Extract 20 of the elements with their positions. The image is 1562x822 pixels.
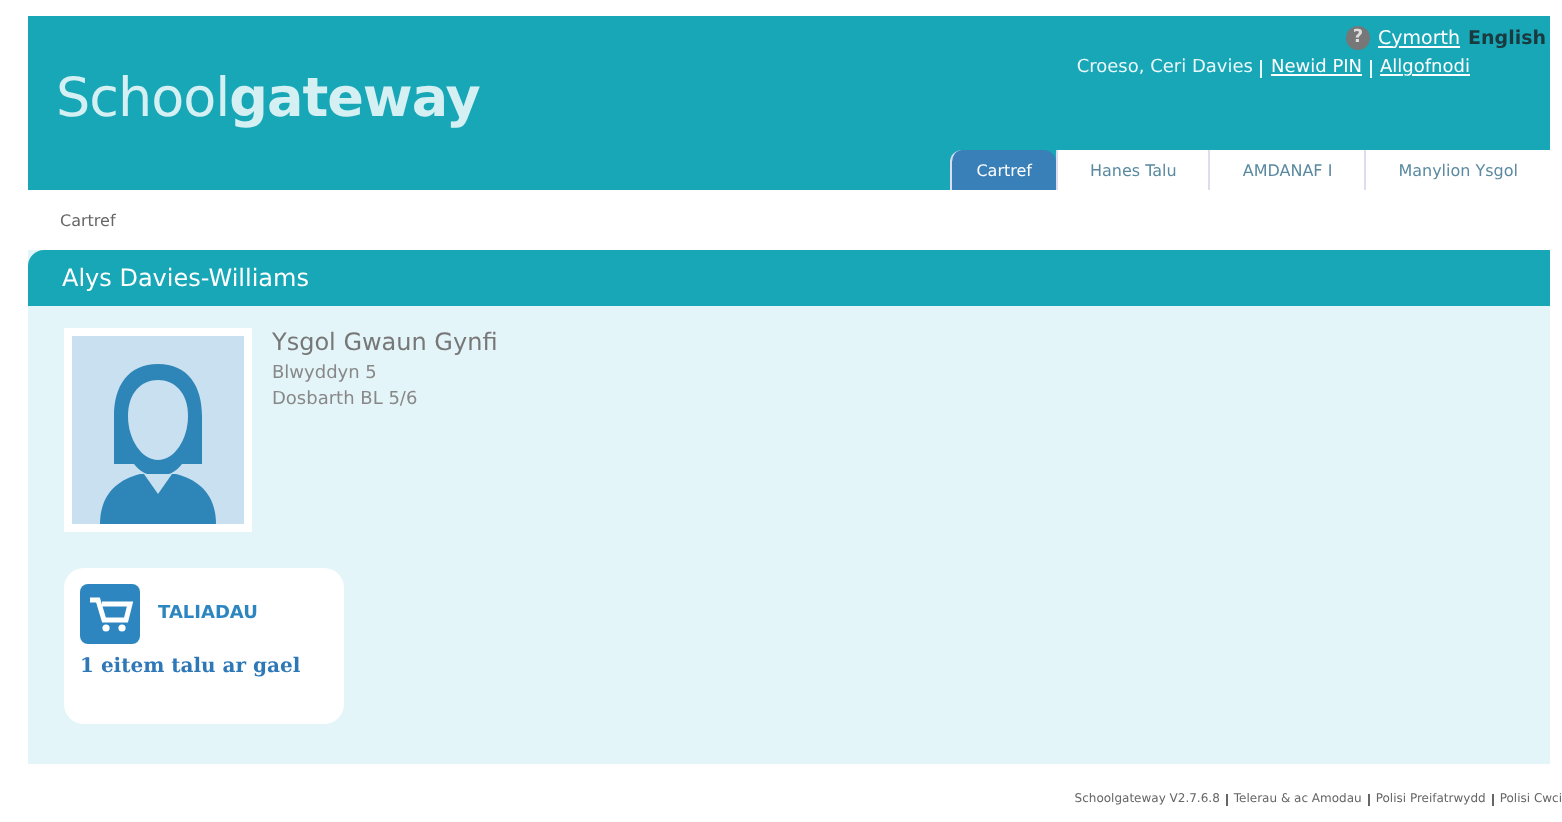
nav-tab[interactable]: AMDANAF I (1208, 150, 1365, 190)
nav-tab[interactable]: Manylion Ysgol (1364, 150, 1550, 190)
help-link[interactable]: Cymorth (1378, 27, 1461, 49)
class-text: Dosbarth BL 5/6 (272, 388, 420, 414)
payments-card[interactable]: TALIADAU 1 eitem talu ar gael (64, 568, 344, 724)
logo: Schoolgateway (54, 66, 480, 134)
year-text: Blwyddyn 5 (272, 362, 379, 388)
breadcrumb[interactable]: Cartref (60, 212, 1562, 240)
account-link[interactable]: Allgofnodi (1380, 58, 1470, 78)
card-title: TALIADAU (158, 604, 258, 624)
student-name: Alys Davies-Williams (62, 264, 309, 292)
school-name: Ysgol Gwaun Gynfi (272, 328, 498, 356)
nav-tab[interactable]: Cartref (950, 150, 1056, 190)
language-link[interactable]: English (1468, 27, 1546, 49)
help-icon[interactable]: ? (1346, 26, 1371, 50)
welcome-text: Croeso, Ceri Davies (1076, 58, 1253, 78)
payments-summary[interactable]: 1 eitem talu ar gael (80, 656, 328, 678)
nav-tab[interactable]: Hanes Talu (1055, 150, 1209, 190)
cart-icon (80, 584, 140, 644)
account-link[interactable]: Newid PIN (1270, 58, 1363, 78)
